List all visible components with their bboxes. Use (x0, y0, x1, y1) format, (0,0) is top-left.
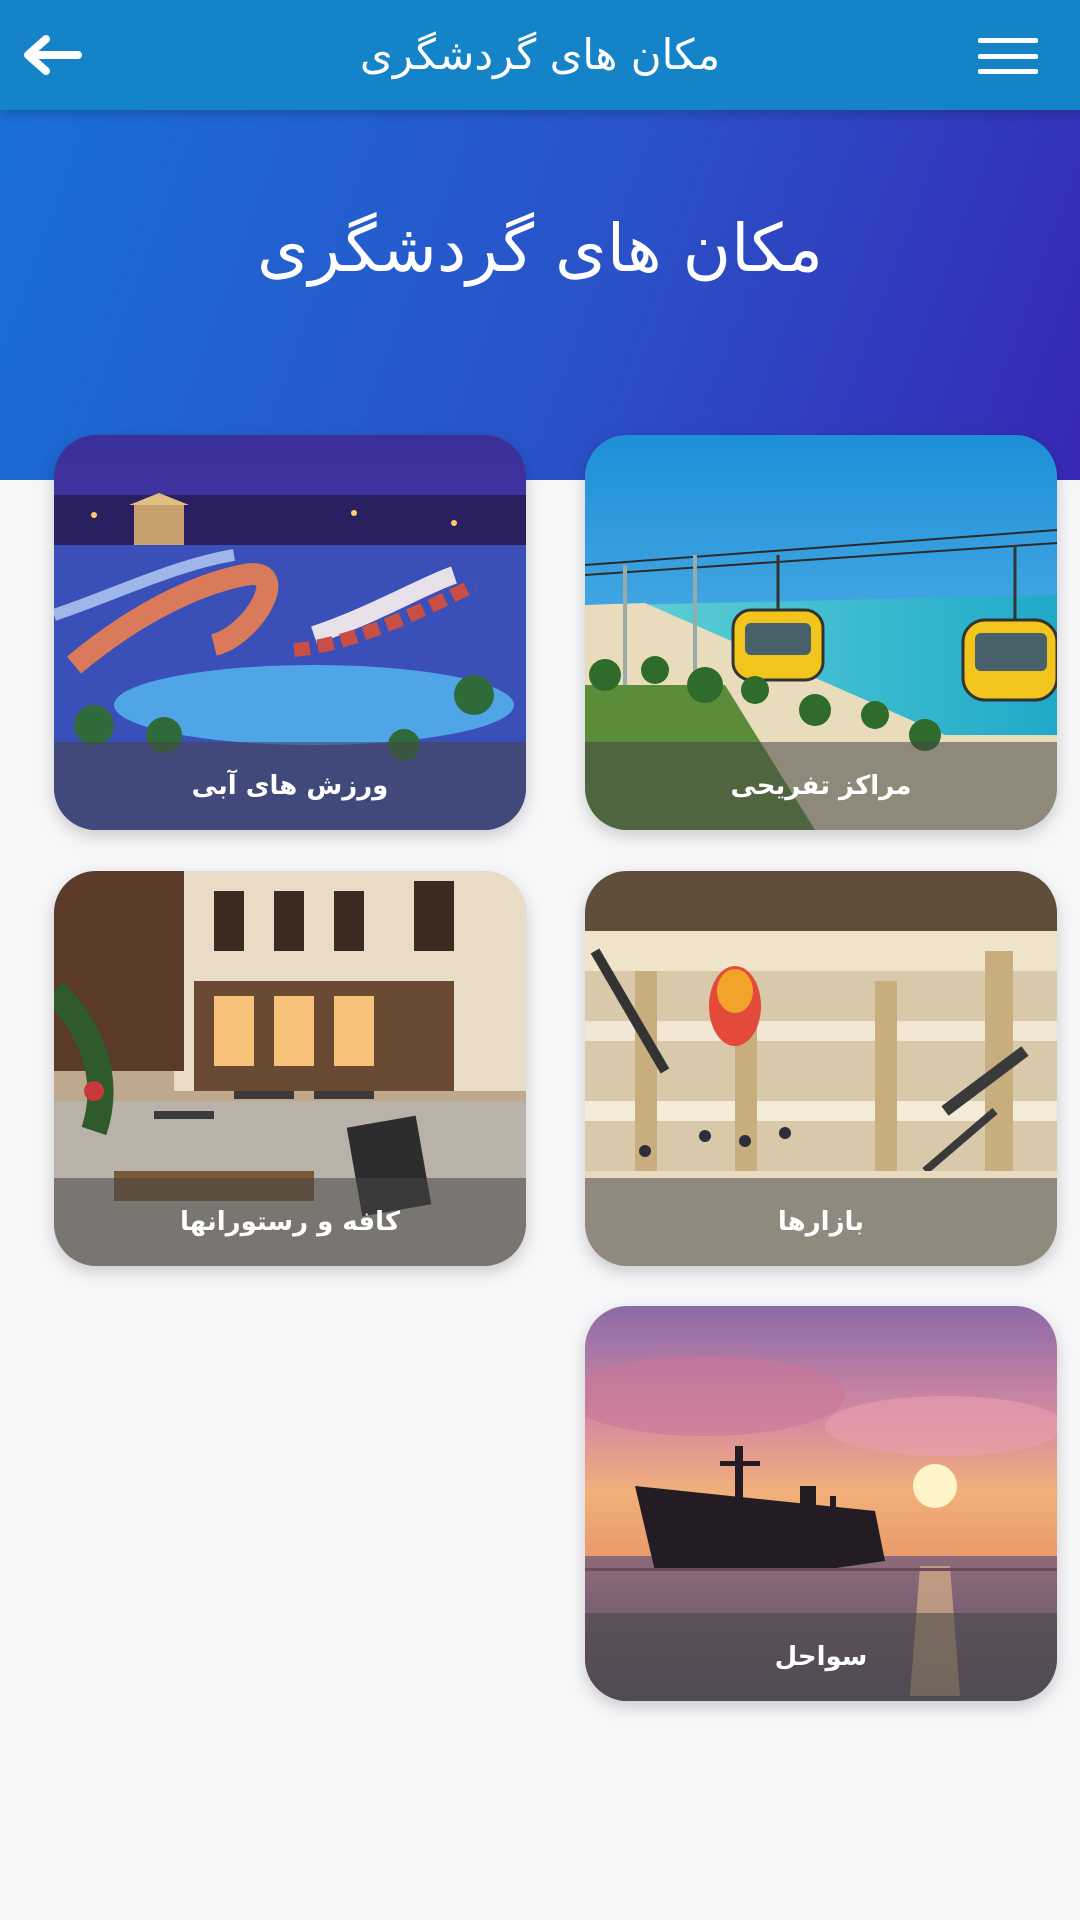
card-label: کافه و رستورانها (180, 1207, 400, 1237)
card-label: سواحل (774, 1642, 868, 1672)
hamburger-menu-icon (978, 38, 1038, 43)
card-label: مراکز تفریحی (730, 771, 912, 801)
card-label: بازارها (777, 1207, 865, 1237)
page-heading: مکان های گردشگری (257, 210, 823, 287)
category-card-bazaars[interactable]: بازارها (585, 871, 1057, 1266)
hamburger-menu-button[interactable] (976, 30, 1040, 82)
hero-banner: مکان های گردشگری (0, 110, 1080, 480)
app-bar: مکان های گردشگری (0, 0, 1080, 110)
card-label: ورزش های آبی (191, 771, 389, 801)
category-card-entertainment[interactable]: مراکز تفریحی (585, 435, 1057, 830)
category-card-beaches[interactable]: سواحل (585, 1306, 1057, 1701)
app-bar-title: مکان های گردشگری (359, 30, 721, 79)
category-card-cafes-restaurants[interactable]: کافه و رستورانها (54, 871, 526, 1266)
category-card-water-sports[interactable]: ورزش های آبی (54, 435, 526, 830)
